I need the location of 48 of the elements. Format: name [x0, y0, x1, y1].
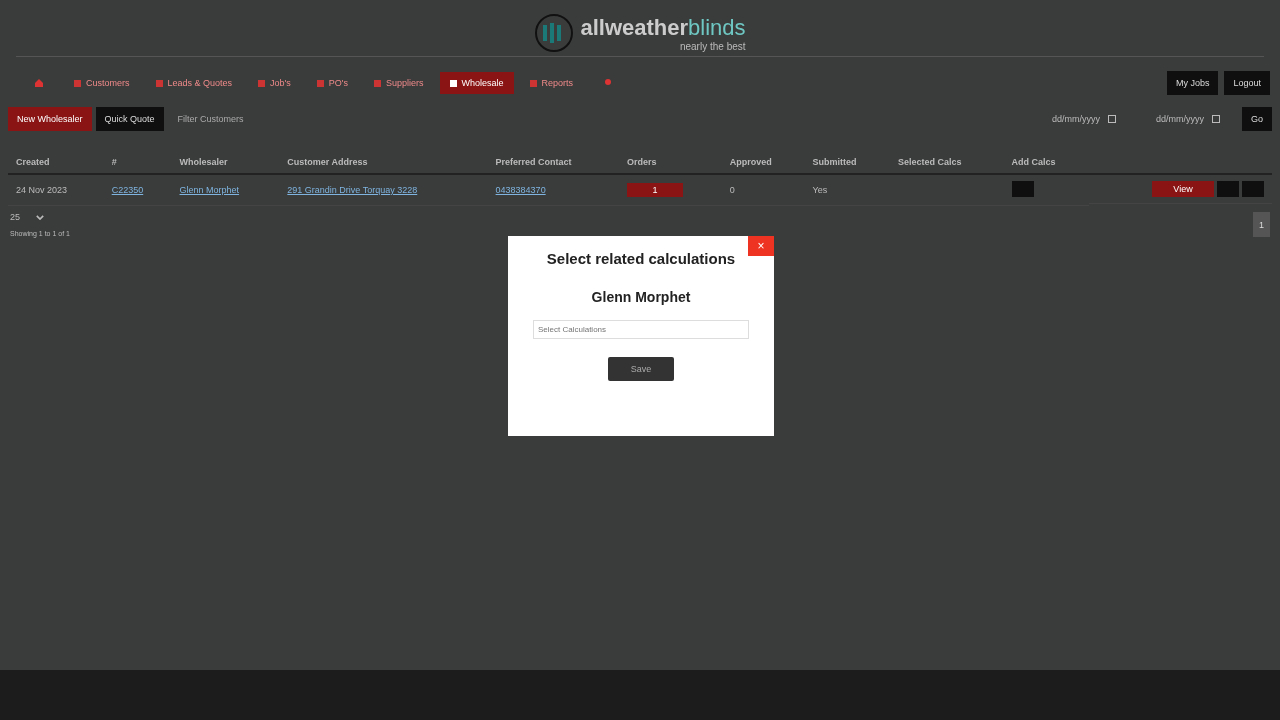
orders-badge: 1: [626, 183, 683, 197]
nav-tab[interactable]: PO's: [306, 72, 359, 94]
date-field[interactable]: dd/mm/yyyy: [1033, 114, 1134, 124]
nav-tab[interactable]: Wholesale: [439, 72, 514, 94]
close-button[interactable]: ×: [748, 236, 774, 256]
customer-name: Glenn Morphet: [591, 289, 691, 305]
go-button[interactable]: Go: [1242, 107, 1272, 131]
filter-field[interactable]: Filter Customers: [175, 113, 300, 125]
column-header[interactable]: Submitted: [812, 157, 857, 167]
add-calcs-button[interactable]: [1011, 181, 1034, 197]
table-cell: Yes: [812, 185, 828, 195]
quick-quote-button[interactable]: Quick Quote: [95, 107, 164, 131]
column-header[interactable]: Orders: [626, 157, 657, 167]
column-header[interactable]: Wholesaler: [179, 157, 228, 167]
logo-name: allweatherblinds: [580, 14, 746, 41]
page-button[interactable]: 1: [1253, 212, 1270, 237]
pin-icon[interactable]: [603, 78, 614, 88]
modal-title: Select related calculations: [546, 250, 736, 267]
nav-button[interactable]: My Jobs: [1166, 71, 1219, 95]
view-button[interactable]: View: [1152, 181, 1214, 197]
contact-link[interactable]: 0438384370: [495, 185, 546, 195]
page-size-select[interactable]: 25: [10, 212, 70, 222]
job-link[interactable]: C22350: [111, 185, 144, 195]
column-header[interactable]: Customer Address: [287, 157, 368, 167]
column-header[interactable]: #: [111, 157, 117, 167]
logo-icon: [534, 13, 575, 53]
new-wholesaler-button[interactable]: New Wholesaler: [8, 107, 92, 131]
date-field[interactable]: dd/mm/yyyy: [1137, 114, 1238, 124]
home-icon[interactable]: [34, 78, 44, 88]
nav-tab[interactable]: Leads & Quotes: [145, 72, 243, 94]
table-cell: 0: [729, 185, 735, 195]
table-cell: 24 Nov 2023: [16, 185, 68, 195]
nav-tab[interactable]: Job's: [248, 72, 301, 94]
address-link[interactable]: 291 Grandin Drive Torquay 3228: [287, 185, 418, 195]
nav-button[interactable]: Logout: [1224, 71, 1270, 95]
chevron-icon[interactable]: [36, 214, 44, 220]
wholesaler-link[interactable]: Glenn Morphet: [179, 185, 240, 195]
logo-tagline: nearly the best: [678, 40, 746, 52]
save-button[interactable]: Save: [608, 357, 674, 381]
nav-tab[interactable]: Reports: [519, 72, 584, 94]
nav-tab[interactable]: Customers: [64, 72, 140, 94]
calculations-field[interactable]: Select Calculations: [533, 320, 749, 339]
column-header[interactable]: Created: [16, 157, 50, 167]
nav-tab[interactable]: Suppliers: [364, 72, 434, 94]
column-header[interactable]: Selected Calcs: [898, 157, 962, 167]
column-header[interactable]: Approved: [729, 157, 772, 167]
column-header[interactable]: Preferred Contact: [495, 157, 572, 167]
column-header[interactable]: Add Calcs: [1011, 157, 1056, 167]
